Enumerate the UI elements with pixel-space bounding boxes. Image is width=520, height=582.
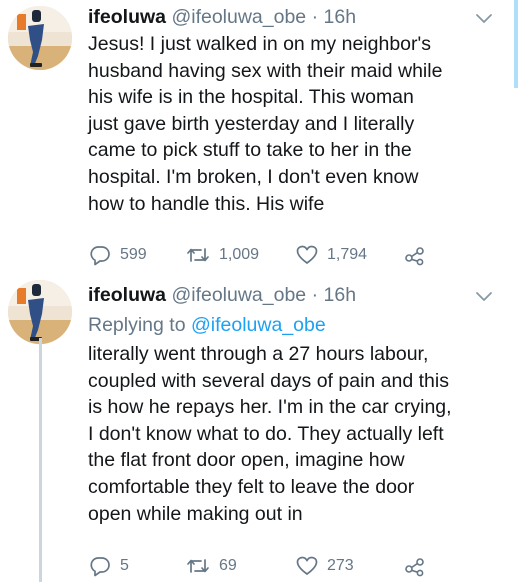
tweet-text-line: how to handle this. His wife — [88, 192, 325, 215]
user-handle[interactable]: @ifeoluwa_obe — [171, 6, 306, 28]
retweet-icon — [187, 248, 209, 262]
chevron-down-icon[interactable] — [474, 290, 494, 304]
user-handle[interactable]: @ifeoluwa_obe — [171, 284, 306, 306]
retweet-icon — [187, 559, 209, 573]
like-count: 1,794 — [327, 246, 368, 263]
like-button[interactable]: 273 — [296, 555, 354, 577]
chevron-down-icon[interactable] — [474, 12, 494, 26]
tweet-text-line: coupled with several days of pain and th… — [88, 369, 449, 392]
avatar[interactable] — [8, 280, 72, 344]
share-icon — [405, 558, 424, 577]
tweet-text-line: husband having sex with their maid while — [88, 59, 443, 82]
reply-button[interactable]: 5 — [89, 555, 129, 577]
timestamp[interactable]: 16h — [324, 6, 357, 28]
replying-to-handle-link[interactable]: @ifeoluwa_obe — [191, 314, 326, 336]
tweet-text-line: the flat front door open, imagine how — [88, 449, 405, 472]
reply-button[interactable]: 599 — [89, 244, 147, 266]
reply-icon — [90, 246, 110, 266]
retweet-count: 69 — [219, 557, 237, 574]
separator-dot: · — [311, 6, 319, 28]
tweet-text-line: came to pick stuff to take to her in the — [88, 139, 412, 162]
separator-dot: · — [311, 284, 319, 306]
retweet-button[interactable]: 69 — [186, 555, 237, 577]
tweet-text-line: open while making out in — [88, 502, 303, 525]
tweet-header: ifeoluwa @ifeoluwa_obe · 16h — [88, 282, 356, 308]
avatar[interactable] — [8, 6, 72, 70]
share-icon — [405, 247, 424, 266]
reply-count: 5 — [120, 557, 129, 574]
replying-to: Replying to @ifeoluwa_obe — [88, 312, 326, 338]
tweet-header: ifeoluwa @ifeoluwa_obe · 16h — [88, 4, 356, 30]
like-button[interactable]: 1,794 — [296, 244, 367, 266]
tweet-text-line: I don't know what to do. They actually l… — [88, 422, 444, 445]
display-name[interactable]: ifeoluwa — [88, 6, 166, 28]
thread-connector-line — [39, 338, 42, 582]
tweet-text-line: comfortable they felt to leave the door — [88, 475, 415, 498]
tweet-text-line: hospital. I'm broken, I don't even know — [88, 165, 419, 188]
tweet-text-line: Jesus! I just walked in on my neighbor's — [88, 33, 431, 55]
display-name[interactable]: ifeoluwa — [88, 284, 166, 306]
like-icon — [296, 556, 318, 575]
replying-to-label: Replying to — [88, 314, 186, 336]
timestamp[interactable]: 16h — [324, 284, 357, 306]
retweet-count: 1,009 — [219, 246, 260, 263]
tweet-text: Jesus! I just walked in on my neighbor's… — [88, 31, 506, 217]
reply-count: 599 — [120, 246, 147, 263]
tweet-text-line: just gave birth yesterday and I literall… — [88, 112, 415, 135]
reply-icon — [90, 557, 110, 577]
like-icon — [296, 245, 318, 264]
tweet-text: literally went through a 27 hours labour… — [88, 341, 506, 527]
tweet-text-line: is how he repays her. I'm in the car cry… — [88, 396, 452, 419]
retweet-button[interactable]: 1,009 — [186, 244, 259, 266]
like-count: 273 — [327, 557, 354, 574]
share-button[interactable] — [404, 555, 426, 577]
tweet-text-line: his wife is in the hospital. This woman — [88, 86, 414, 109]
scroll-indicator — [514, 0, 518, 88]
share-button[interactable] — [404, 244, 426, 266]
tweet-text-line: literally went through a 27 hours labour… — [88, 343, 429, 365]
